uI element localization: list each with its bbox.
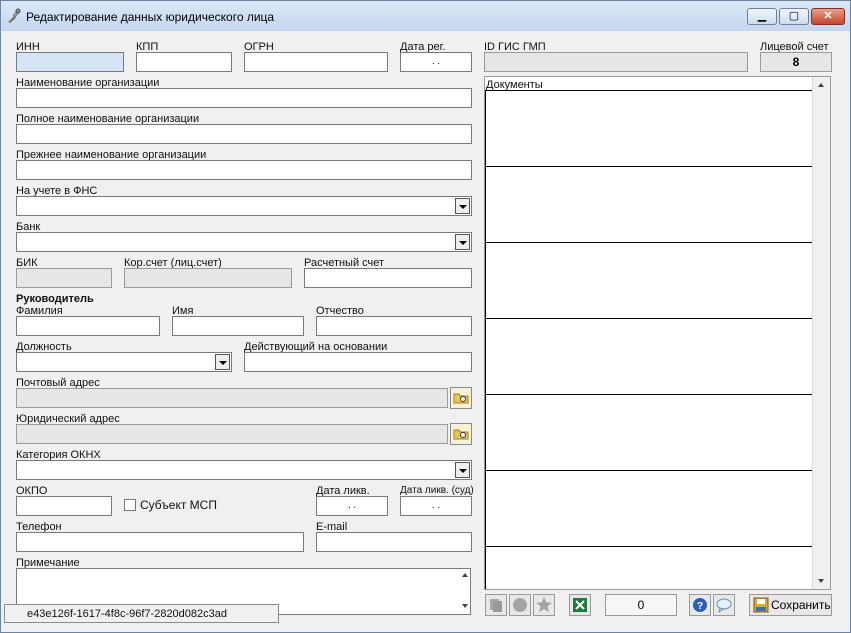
- folder-search-icon: [453, 429, 469, 440]
- patronymic-input[interactable]: [316, 316, 472, 336]
- documents-header-divider: [485, 90, 812, 91]
- folder-search-icon: [453, 393, 469, 404]
- list-item[interactable]: [485, 394, 812, 395]
- date-liq-court-input[interactable]: . .: [400, 496, 472, 516]
- id-gis-input[interactable]: [484, 52, 748, 72]
- list-item[interactable]: [485, 470, 812, 471]
- maximize-icon: ▢: [788, 10, 800, 22]
- chevron-down-icon[interactable]: [455, 234, 470, 250]
- phone-input[interactable]: [16, 532, 304, 552]
- fns-select[interactable]: [16, 196, 472, 216]
- record-button[interactable]: [509, 594, 531, 616]
- basis-input[interactable]: [244, 352, 472, 372]
- chevron-down-icon[interactable]: [455, 462, 470, 478]
- minimize-button[interactable]: ▁: [747, 8, 777, 25]
- help-icon: ?: [693, 598, 707, 612]
- chevron-down-icon[interactable]: [215, 354, 230, 370]
- excel-icon: [573, 598, 587, 612]
- scroll-down-icon[interactable]: [818, 579, 824, 583]
- speech-bubble-icon: [716, 598, 732, 614]
- korr-input[interactable]: [124, 268, 292, 288]
- list-item[interactable]: [485, 242, 812, 243]
- date-liq-input[interactable]: . .: [316, 496, 388, 516]
- close-icon: ✕: [823, 10, 833, 22]
- dialog-window: Редактирование данных юридического лица …: [0, 0, 851, 633]
- favorite-button[interactable]: [533, 594, 555, 616]
- save-button[interactable]: Сохранить: [749, 594, 832, 616]
- title-bar: Редактирование данных юридического лица …: [1, 1, 850, 31]
- scroll-up-icon[interactable]: [818, 83, 824, 87]
- head-heading: Руководитель: [16, 293, 94, 305]
- surname-input[interactable]: [16, 316, 160, 336]
- maximize-button[interactable]: ▢: [779, 8, 809, 25]
- date-liq-court-label: Дата ликв. (суд): [400, 485, 474, 496]
- email-input[interactable]: [316, 532, 472, 552]
- copy-button[interactable]: [485, 594, 507, 616]
- post-address-input[interactable]: [16, 388, 448, 408]
- msp-checkbox[interactable]: [124, 499, 136, 511]
- svg-text:?: ?: [697, 601, 703, 612]
- org-name-input[interactable]: [16, 88, 472, 108]
- scroll-down-icon[interactable]: [462, 604, 468, 608]
- documents-left-border: [485, 91, 486, 589]
- documents-panel[interactable]: Документы: [484, 76, 831, 590]
- record-guid: e43e126f-1617-4f8c-96f7-2820d082c3ad: [4, 604, 279, 623]
- excel-export-button[interactable]: [569, 594, 591, 616]
- save-button-label: Сохранить: [771, 598, 831, 612]
- documents-counter: 0: [605, 594, 677, 616]
- help-button[interactable]: ?: [689, 594, 711, 616]
- ogrn-input[interactable]: [244, 52, 388, 72]
- close-button[interactable]: ✕: [811, 8, 845, 25]
- date-reg-input[interactable]: . .: [400, 52, 472, 72]
- message-button[interactable]: [713, 594, 735, 616]
- legal-address-picker-button[interactable]: [450, 423, 472, 445]
- okfs-select[interactable]: [16, 460, 472, 480]
- list-item[interactable]: [485, 166, 812, 167]
- prev-name-input[interactable]: [16, 160, 472, 180]
- list-item[interactable]: [485, 318, 812, 319]
- position-select[interactable]: [16, 352, 232, 372]
- copy-icon: [490, 599, 502, 612]
- account-value: 8: [760, 52, 832, 72]
- bik-input[interactable]: [16, 268, 112, 288]
- rs-input[interactable]: [304, 268, 472, 288]
- post-address-picker-button[interactable]: [450, 387, 472, 409]
- minimize-icon: ▁: [757, 10, 767, 22]
- legal-address-input[interactable]: [16, 424, 448, 444]
- kpp-input[interactable]: [136, 52, 232, 72]
- app-icon: [8, 8, 21, 23]
- documents-scrollbar[interactable]: [812, 77, 830, 589]
- inn-input[interactable]: [16, 52, 124, 72]
- save-icon: [753, 597, 769, 613]
- star-icon: [536, 597, 552, 612]
- okpo-input[interactable]: [16, 496, 112, 516]
- full-name-input[interactable]: [16, 124, 472, 144]
- window-title: Редактирование данных юридического лица: [26, 10, 275, 24]
- chevron-down-icon[interactable]: [455, 198, 470, 214]
- bank-select[interactable]: [16, 232, 472, 252]
- msp-label: Субъект МСП: [140, 498, 217, 512]
- scroll-up-icon[interactable]: [462, 573, 468, 577]
- list-item[interactable]: [485, 546, 812, 547]
- circle-icon: [513, 598, 527, 612]
- first-name-input[interactable]: [172, 316, 304, 336]
